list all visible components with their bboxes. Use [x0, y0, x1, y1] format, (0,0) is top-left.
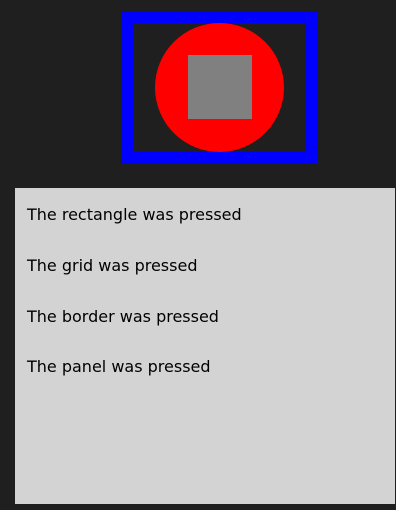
log-message: The rectangle was pressed — [27, 205, 242, 224]
gray-rectangle[interactable] — [188, 55, 252, 119]
root-panel[interactable]: The rectangle was pressed The grid was p… — [0, 0, 396, 510]
log-message: The border was pressed — [27, 307, 219, 326]
event-log: The rectangle was pressed The grid was p… — [15, 188, 395, 504]
log-message: The grid was pressed — [27, 256, 198, 275]
log-message: The panel was pressed — [27, 357, 211, 376]
